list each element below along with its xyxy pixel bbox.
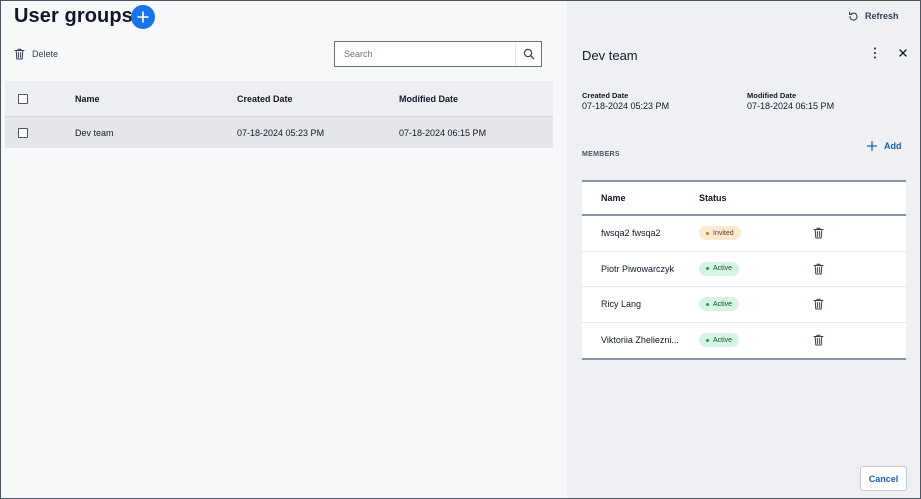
plus-icon xyxy=(867,141,877,151)
row-name: Dev team xyxy=(75,127,114,138)
remove-member-button[interactable] xyxy=(811,226,825,240)
status-text: Invited xyxy=(713,229,734,237)
page-title: User groups xyxy=(14,5,133,27)
member-row: Piotr Piwowarczyk Active xyxy=(582,252,906,287)
status-badge: Invited xyxy=(699,226,741,241)
trash-icon xyxy=(813,228,823,239)
remove-member-button[interactable] xyxy=(811,297,825,311)
remove-member-button[interactable] xyxy=(811,262,825,276)
add-member-button[interactable]: Add xyxy=(867,139,902,153)
modified-date-label: Modified Date xyxy=(747,91,797,100)
table-header: Name Created Date Modified Date xyxy=(5,81,553,116)
trash-icon xyxy=(813,263,823,275)
panel-title: Dev team xyxy=(582,48,638,63)
search-button[interactable] xyxy=(515,42,541,66)
user-groups-pane: User groups Delete Name xyxy=(1,1,567,498)
created-date-value: 07-18-2024 05:23 PM xyxy=(582,101,670,111)
delete-button[interactable]: Delete xyxy=(14,47,58,61)
member-name: Viktoriia Zhelieznі... xyxy=(601,335,679,346)
delete-label: Delete xyxy=(32,49,59,59)
trash-icon xyxy=(813,335,823,346)
app-window: User groups Delete Name xyxy=(0,0,921,499)
select-all-checkbox[interactable] xyxy=(18,93,28,104)
column-header-created-date[interactable]: Created Date xyxy=(237,94,293,104)
members-table-header: Name Status xyxy=(582,182,906,216)
kebab-icon xyxy=(873,47,877,59)
created-date-label: Created Date xyxy=(582,91,629,100)
more-options-button[interactable] xyxy=(869,45,881,61)
add-member-label: Add xyxy=(884,141,902,151)
member-name: Piotr Piwowarczyk xyxy=(601,263,675,274)
plus-icon xyxy=(137,11,149,23)
member-row: fwsqa2 fwsqa2 Invited xyxy=(582,216,906,252)
refresh-button[interactable]: Refresh xyxy=(848,9,899,23)
search-box xyxy=(334,41,542,67)
member-row: Viktoriia Zhelieznі... Active xyxy=(582,323,906,359)
add-group-button[interactable] xyxy=(131,5,155,29)
members-column-status: Status xyxy=(699,193,727,203)
trash-icon xyxy=(813,299,823,310)
refresh-icon xyxy=(849,11,858,21)
column-header-name[interactable]: Name xyxy=(75,94,100,104)
status-badge: Active xyxy=(699,297,740,312)
remove-member-button[interactable] xyxy=(811,333,825,347)
member-name: Ricy Lang xyxy=(601,299,642,310)
search-icon xyxy=(523,48,534,60)
members-column-name: Name xyxy=(601,193,626,203)
row-modified-date: 07-18-2024 06:15 PM xyxy=(399,127,487,138)
group-detail-panel: Dev team Created Date 07-18-2024 05:23 P… xyxy=(567,1,920,498)
user-groups-table: Name Created Date Modified Date Dev team… xyxy=(5,81,553,148)
trash-icon xyxy=(14,48,25,60)
refresh-label: Refresh xyxy=(865,11,899,21)
modified-date-value: 07-18-2024 06:15 PM xyxy=(747,101,835,111)
members-section-label: MEMBERS xyxy=(582,151,620,158)
status-badge: Active xyxy=(699,333,740,348)
table-row[interactable]: Dev team 07-18-2024 05:23 PM 07-18-2024 … xyxy=(5,116,553,148)
member-name: fwsqa2 fwsqa2 xyxy=(601,228,661,239)
status-text: Active xyxy=(713,265,733,273)
status-text: Active xyxy=(713,336,733,344)
members-table: Name Status fwsqa2 fwsqa2 Invited Piotr … xyxy=(582,180,906,360)
column-header-modified-date[interactable]: Modified Date xyxy=(399,94,458,104)
search-input[interactable] xyxy=(335,42,515,66)
status-text: Active xyxy=(713,300,733,308)
member-row: Ricy Lang Active xyxy=(582,287,906,323)
row-created-date: 07-18-2024 05:23 PM xyxy=(237,127,325,138)
cancel-button[interactable]: Cancel xyxy=(860,466,907,491)
status-badge: Active xyxy=(699,261,740,276)
close-panel-button[interactable] xyxy=(897,47,909,59)
close-icon xyxy=(899,49,907,57)
row-checkbox[interactable] xyxy=(18,127,28,138)
